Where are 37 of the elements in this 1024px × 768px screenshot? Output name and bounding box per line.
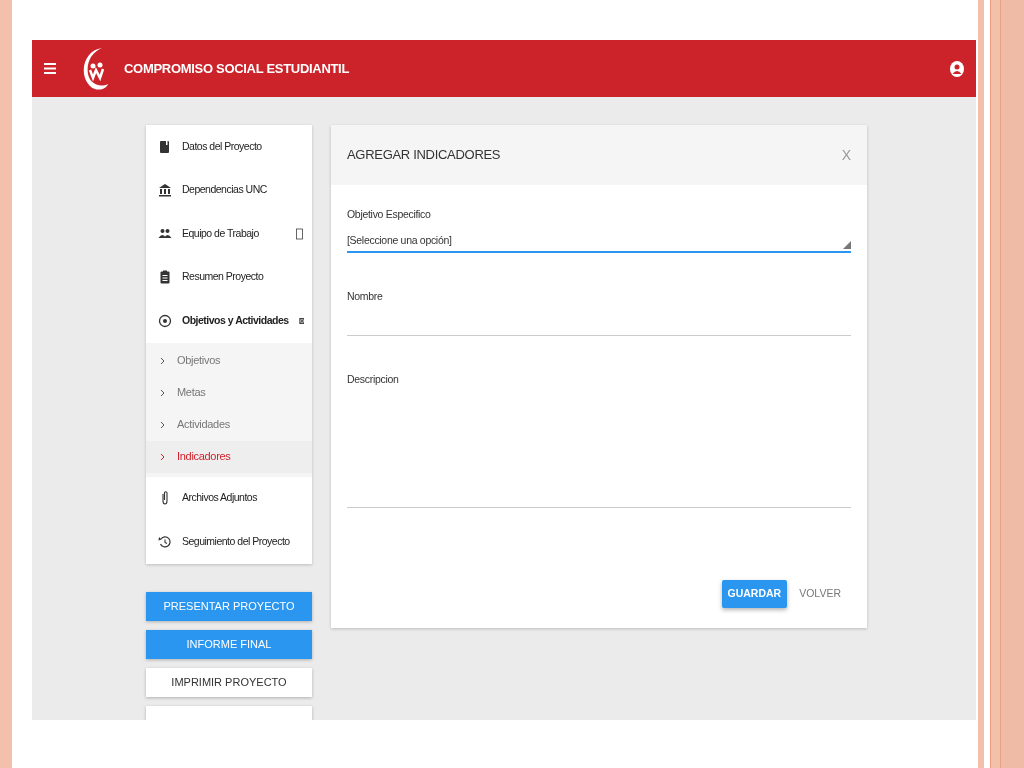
select-field[interactable]: [Seleccione una opción]: [347, 222, 851, 253]
chevron-icon: [160, 356, 165, 365]
submenu-item[interactable]: Objetivos: [146, 344, 312, 377]
book-icon: [158, 139, 172, 154]
back-button[interactable]: VOLVER: [793, 580, 847, 608]
dropdown-arrow-icon: [843, 240, 851, 249]
sidebar-label: Datos del Proyecto: [182, 138, 263, 154]
sidebar-label: Objetivos y Actividades: [182, 312, 289, 328]
field-label: Objetivo Especifico: [347, 207, 432, 222]
bank-icon: [158, 183, 172, 198]
close-button[interactable]: X: [837, 144, 855, 166]
save-button[interactable]: GUARDAR: [721, 580, 788, 608]
field-label: Nombre: [347, 288, 384, 304]
chevron-icon: [160, 388, 165, 397]
chevron-icon: [160, 452, 165, 461]
app-title: COMPROMISO SOCIAL ESTUDIANTIL: [124, 59, 350, 78]
action-button[interactable]: INFORME FINAL: [146, 629, 312, 659]
clipboard-icon: [158, 270, 172, 285]
chevron-icon: [160, 420, 165, 429]
sidebar-label: Dependencias UNC: [182, 182, 268, 198]
action-button[interactable]: PRESENTAR PROYECTO: [146, 591, 312, 621]
user-icon[interactable]: [950, 60, 964, 77]
people-icon: [158, 226, 172, 241]
phone-outline-icon: [295, 227, 304, 240]
submenu-item[interactable]: Metas: [146, 376, 312, 409]
sidebar-label: Seguimiento del Proyecto: [182, 533, 291, 549]
action-button[interactable]: IMPRIMIR PROYECTO: [146, 667, 312, 697]
submenu-item[interactable]: Actividades: [146, 408, 312, 441]
target-icon: [158, 313, 172, 328]
menu-icon[interactable]: [44, 63, 56, 74]
sidebar-label: Archivos Adjuntos: [182, 490, 258, 506]
sidebar-label: Equipo de Trabajo: [182, 225, 260, 241]
history-icon: [158, 534, 172, 549]
field-label: Descripcion: [347, 372, 400, 388]
modal-title: AGREGAR INDICADORES: [347, 146, 501, 165]
sidebar-label: Resumen Proyecto: [182, 269, 265, 285]
submenu-item[interactable]: Indicadores: [146, 440, 312, 473]
